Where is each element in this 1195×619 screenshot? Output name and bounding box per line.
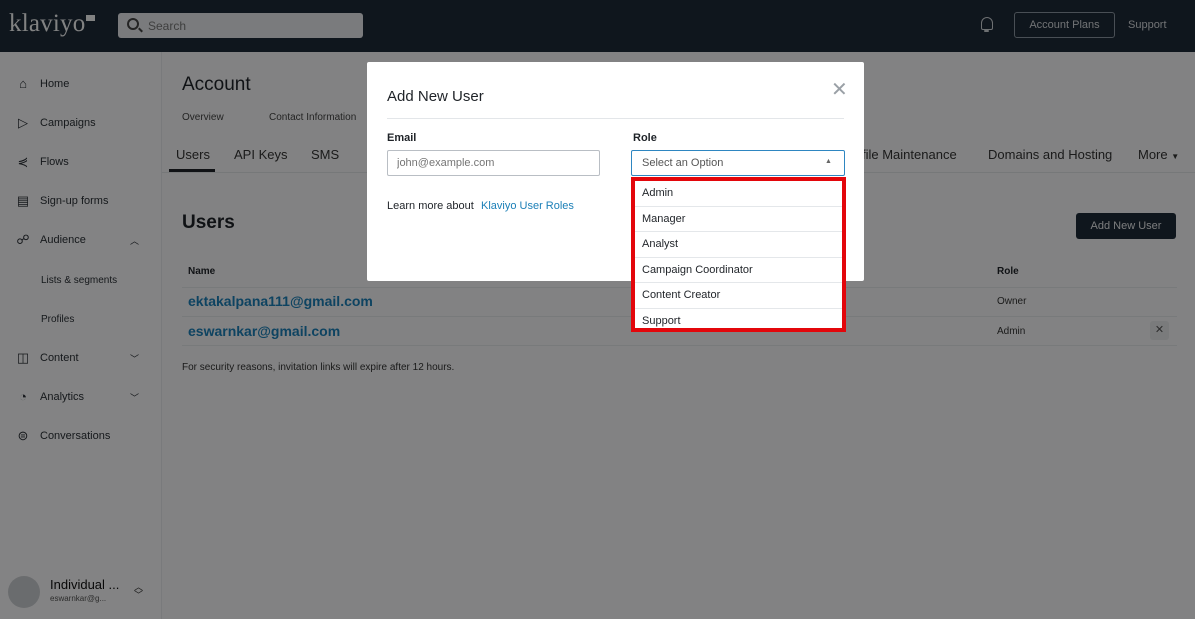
learn-more-text: Learn more about xyxy=(387,200,474,212)
caret-up-icon: ▲ xyxy=(825,158,832,165)
role-select[interactable]: Select an Option ▲ xyxy=(631,150,845,176)
email-field[interactable] xyxy=(387,150,600,176)
role-option-analyst[interactable]: Analyst xyxy=(635,232,842,258)
role-select-placeholder: Select an Option xyxy=(642,157,724,169)
role-option-content-creator[interactable]: Content Creator xyxy=(635,283,842,309)
role-option-campaign-coordinator[interactable]: Campaign Coordinator xyxy=(635,258,842,283)
role-options-dropdown: Admin Manager Analyst Campaign Coordinat… xyxy=(631,177,846,332)
role-option-manager[interactable]: Manager xyxy=(635,207,842,232)
user-roles-link[interactable]: Klaviyo User Roles xyxy=(481,200,574,212)
modal-divider xyxy=(387,118,844,119)
modal-title: Add New User xyxy=(387,88,484,105)
role-label: Role xyxy=(633,132,657,144)
role-option-support[interactable]: Support xyxy=(635,309,842,335)
role-option-admin[interactable]: Admin xyxy=(635,181,842,207)
email-label: Email xyxy=(387,132,417,144)
close-icon[interactable]: ✕ xyxy=(831,80,848,100)
